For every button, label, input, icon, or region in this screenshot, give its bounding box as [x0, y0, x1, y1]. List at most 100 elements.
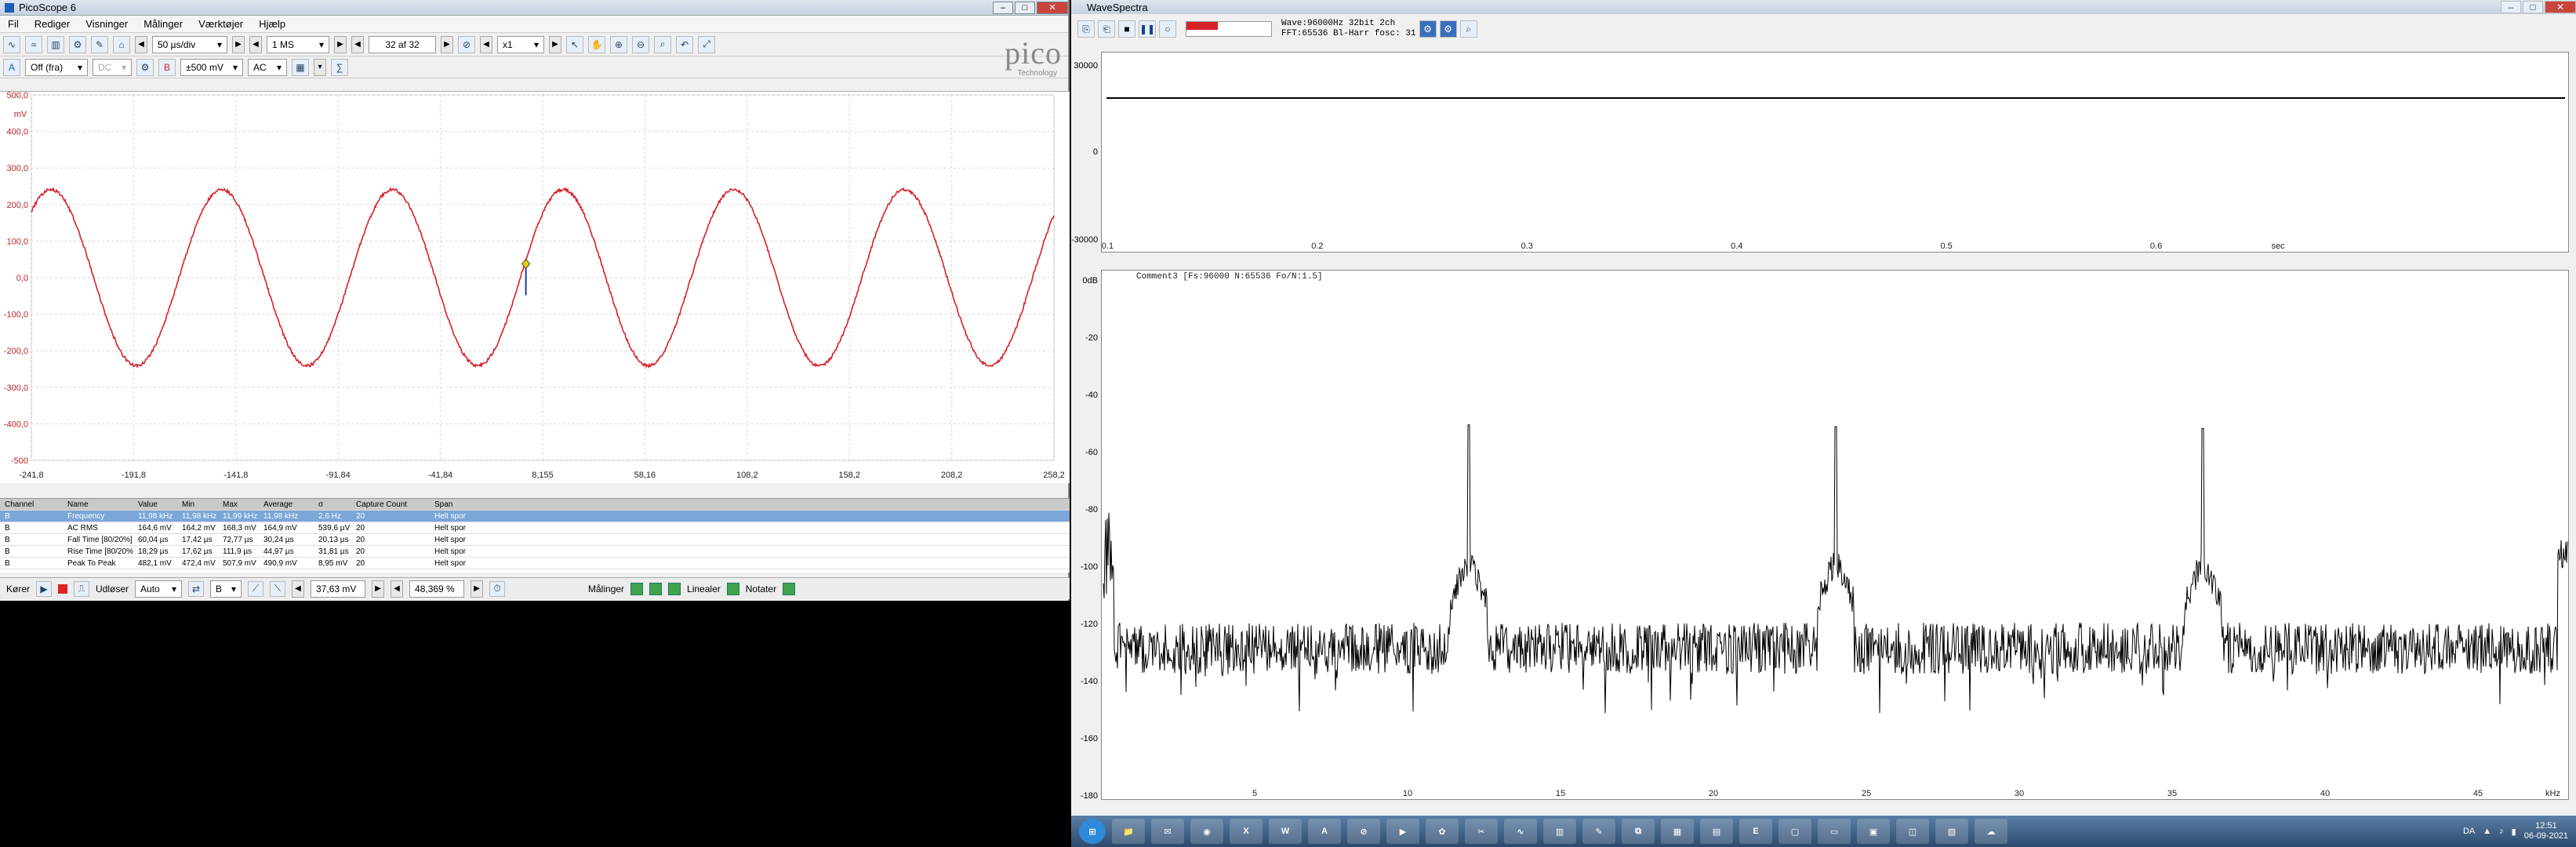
start-orb-icon[interactable]: ⊞	[1079, 819, 1106, 844]
level-prev-icon[interactable]: ◀	[292, 580, 304, 598]
menu-item-0[interactable]: Fil	[8, 18, 19, 30]
calc-icon[interactable]: ▦	[1661, 819, 1694, 844]
table-row[interactable]: B AC RMS 164,6 mV 164,2 mV 168,3 mV 164,9 mV 5…	[0, 522, 1070, 534]
channel-b-coupling-select[interactable]: AC ▾	[248, 59, 287, 76]
menu-item-5[interactable]: Hjælp	[259, 18, 285, 30]
zoom-next-icon[interactable]: ▶	[549, 36, 561, 53]
falling-edge-icon[interactable]: ⟍	[270, 581, 285, 597]
zoom-fit-icon[interactable]: ⤢	[698, 36, 715, 53]
measurements-header[interactable]: Channel Name Value Min Max Average σ Capture Co…	[0, 499, 1070, 511]
samples-prev-icon[interactable]: ◀	[249, 36, 262, 53]
trigger-channel-icon[interactable]: ⇄	[188, 581, 204, 597]
network-icon[interactable]: ☁	[1975, 819, 2007, 844]
trigger-position-field[interactable]: 48,369 %	[409, 580, 464, 598]
level-next-icon[interactable]: ▶	[372, 580, 384, 598]
pico-task-icon[interactable]: ∿	[1504, 819, 1537, 844]
ws-zoom-icon[interactable]: ⌕	[1460, 20, 1477, 38]
spectrum-task-icon[interactable]: ▥	[1543, 819, 1576, 844]
channel-options-icon[interactable]: ⚙	[69, 36, 86, 53]
select-tool-icon[interactable]: ↖	[566, 36, 583, 53]
outlook-icon[interactable]: ✉	[1151, 819, 1184, 844]
ws-fft-settings-icon[interactable]: ⚙	[1440, 20, 1457, 38]
channel-a-icon[interactable]: A	[3, 59, 20, 76]
scope-mode-icon[interactable]: ∿	[3, 36, 20, 53]
scope-view[interactable]: 500,0 400,0 300,0 200,0 100,0 0,0 -100,0 -200,0…	[0, 91, 1070, 483]
zoom-out-icon[interactable]: ⊖	[632, 36, 649, 53]
buffer-navigator-icon[interactable]: ⊘	[458, 36, 475, 53]
tool-icon[interactable]: ✂	[1465, 819, 1498, 844]
vm-icon[interactable]: ⧉	[1622, 819, 1655, 844]
rising-edge-icon[interactable]: ⟋	[248, 581, 263, 597]
monitor-icon[interactable]: ▣	[1857, 819, 1890, 844]
excel-icon[interactable]: X	[1230, 819, 1263, 844]
position-next-icon[interactable]: ▶	[471, 580, 483, 598]
signal-generator-icon[interactable]: ▦	[292, 59, 309, 76]
home-icon[interactable]: ⌂	[113, 36, 130, 53]
probe-icon[interactable]: ✎	[91, 36, 108, 53]
samples-next-icon[interactable]: ▶	[334, 36, 347, 53]
folder-icon[interactable]: ▭	[1818, 819, 1851, 844]
zoom-prev-icon[interactable]: ◀	[480, 36, 492, 53]
ws-pause-icon[interactable]: ❚❚	[1139, 20, 1156, 38]
channel-a-options-icon[interactable]: ⚙	[136, 59, 154, 76]
table-row[interactable]: B Fall Time [80/20%] 60,04 µs 17,42 µs 72,77…	[0, 534, 1070, 546]
edit-measurement-button[interactable]	[649, 583, 662, 595]
pre-trigger-icon[interactable]: ⏱	[489, 581, 505, 597]
menu-item-2[interactable]: Visninger	[85, 18, 128, 30]
pdf-icon[interactable]: A	[1308, 819, 1341, 844]
delete-measurement-button[interactable]	[668, 583, 681, 595]
zoom-select[interactable]: x1 ▾	[497, 36, 544, 53]
start-button[interactable]: ▶	[36, 581, 52, 597]
ws-maximize-button[interactable]: □	[2523, 1, 2543, 13]
menu-item-1[interactable]: Rediger	[35, 18, 71, 30]
ws-spectrum-view[interactable]: Comment3 [Fs:96000 N:65536 Fo/N:1.5] 0dB -…	[1101, 270, 2569, 800]
zoom-area-icon[interactable]: ⌕	[654, 36, 671, 53]
table-row[interactable]: B Rise Time [80/20%] 18,29 µs 17,62 µs 111,9…	[0, 546, 1070, 558]
maximize-button[interactable]: □	[1015, 2, 1035, 14]
ws-save-icon[interactable]: ⎗	[1098, 20, 1115, 38]
channel-a-range-select[interactable]: Off (fra) ▾	[25, 59, 88, 76]
tray-arrow-icon[interactable]: ▲	[2483, 827, 2491, 836]
persistence-mode-icon[interactable]: ≈	[25, 36, 42, 53]
spectrum-mode-icon[interactable]: ▥	[47, 36, 64, 53]
menu-item-4[interactable]: Værktøjer	[198, 18, 243, 30]
trigger-channel-select[interactable]: B ▾	[210, 580, 242, 598]
minimize-button[interactable]: –	[993, 2, 1013, 14]
samples-select[interactable]: 1 MS ▾	[267, 36, 329, 53]
add-measurement-button[interactable]	[630, 583, 643, 595]
rulers-button[interactable]	[727, 583, 739, 595]
trigger-level-field[interactable]: 37,63 mV	[311, 580, 365, 598]
notes-button[interactable]	[783, 583, 795, 595]
explorer-icon[interactable]: 📁	[1112, 819, 1145, 844]
ws-open-icon[interactable]: ⎘	[1077, 20, 1095, 38]
position-prev-icon[interactable]: ◀	[391, 580, 403, 598]
channel-b-range-select[interactable]: ±500 mV ▾	[180, 59, 243, 76]
table-row[interactable]: B Frequency 11,98 kHz 11,98 kHz 11,99 kHz 11,…	[0, 511, 1070, 522]
app-icon[interactable]: ⊘	[1347, 819, 1380, 844]
files-icon[interactable]: ▤	[1700, 819, 1733, 844]
channel-a-coupling-select[interactable]: DC ▾	[93, 59, 132, 76]
paint-icon[interactable]: ✿	[1426, 819, 1459, 844]
signal-generator-menu-icon[interactable]: ▾	[314, 59, 326, 76]
table-row[interactable]: B Peak To Peak 482,1 mV 472,4 mV 507,9 mV 490…	[0, 558, 1070, 569]
menu-item-3[interactable]: Målinger	[144, 18, 183, 30]
capture-next-icon[interactable]: ▶	[441, 36, 453, 53]
ws-record-icon[interactable]: ○	[1159, 20, 1176, 38]
sheet-icon[interactable]: ◫	[1896, 819, 1929, 844]
ws-waveform-view[interactable]: 30000 0 -300000.1 0.2 0.3 0.4 0.5 0.6 sec	[1101, 52, 2569, 253]
ws-stop-icon[interactable]: ■	[1118, 20, 1135, 38]
stop-button[interactable]	[58, 584, 67, 594]
chrome-icon[interactable]: ◉	[1190, 819, 1223, 844]
screen-icon[interactable]: ▧	[1935, 819, 1968, 844]
editor-icon[interactable]: E	[1739, 819, 1772, 844]
math-channels-icon[interactable]: ∑	[331, 59, 348, 76]
media-icon[interactable]: ▶	[1386, 819, 1419, 844]
word-icon[interactable]: W	[1269, 819, 1302, 844]
network-tray-icon[interactable]: ▮	[2512, 827, 2516, 837]
notes-task-icon[interactable]: ✎	[1582, 819, 1615, 844]
ws-wave-settings-icon[interactable]: ⚙	[1419, 20, 1437, 38]
hand-tool-icon[interactable]: ✋	[588, 36, 605, 53]
language-indicator[interactable]: DA	[2463, 827, 2475, 836]
ws-minimize-button[interactable]: –	[2501, 1, 2521, 13]
clock[interactable]: 12:51 06-09-2021	[2524, 821, 2568, 842]
